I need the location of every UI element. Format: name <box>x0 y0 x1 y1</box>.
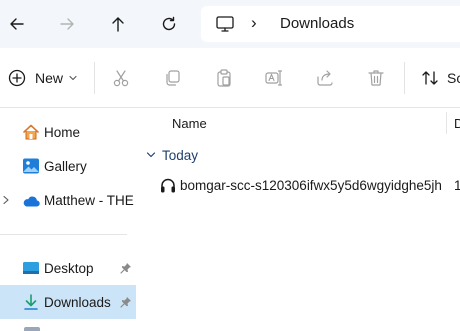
nav-item-gallery[interactable]: Gallery <box>0 149 136 183</box>
share-icon <box>317 70 333 86</box>
new-button-label: New <box>35 70 64 86</box>
paste-button[interactable] <box>212 66 236 90</box>
forward-button[interactable] <box>52 9 82 39</box>
nav-pane-divider <box>0 234 127 235</box>
scissors-icon <box>113 70 129 87</box>
group-label: Today <box>162 148 199 163</box>
forward-arrow-icon <box>60 18 74 30</box>
navigation-pane: Home Gallery Matthew - THE S Desktop Dow… <box>0 108 147 331</box>
sort-button[interactable]: Sc <box>421 66 460 90</box>
next-nav-item-icon-partial <box>24 327 40 331</box>
refresh-icon <box>162 16 176 31</box>
up-button[interactable] <box>103 9 133 39</box>
file-row[interactable]: bomgar-scc-s120306ifwx5y5d6wgyidghe5jh..… <box>138 172 460 200</box>
share-button[interactable] <box>313 66 337 90</box>
collapse-chevron-icon[interactable] <box>146 151 156 159</box>
command-toolbar: New Sc <box>0 48 460 108</box>
delete-button[interactable] <box>364 66 388 90</box>
column-divider[interactable] <box>446 112 447 134</box>
pin-icon[interactable] <box>120 296 132 308</box>
gallery-icon <box>23 158 39 174</box>
this-pc-icon <box>216 16 234 32</box>
group-header-today[interactable]: Today <box>138 144 460 168</box>
trash-icon <box>368 70 384 86</box>
nav-item-home[interactable]: Home <box>0 115 136 149</box>
column-header-row: Name D <box>138 108 460 138</box>
headset-app-icon <box>161 178 175 193</box>
chevron-down-icon <box>69 75 77 81</box>
home-icon <box>23 124 39 140</box>
file-name: bomgar-scc-s120306ifwx5y5d6wgyidghe5jh..… <box>180 178 442 193</box>
nav-item-label: Desktop <box>44 260 94 276</box>
nav-item-downloads[interactable]: Downloads <box>0 285 136 319</box>
rename-icon <box>265 70 283 86</box>
file-date-modified: 1 <box>454 178 460 193</box>
toolbar-divider <box>94 62 95 94</box>
breadcrumb-current-folder[interactable]: Downloads <box>280 15 354 32</box>
desktop-folder-icon <box>23 262 39 274</box>
up-arrow-icon <box>112 17 124 32</box>
column-header-name[interactable]: Name <box>172 116 207 131</box>
sort-button-label: Sc <box>447 70 460 86</box>
nav-item-desktop[interactable]: Desktop <box>0 251 136 285</box>
nav-item-label: Matthew - THE S <box>44 192 147 208</box>
plus-circle-icon <box>8 69 26 87</box>
nav-item-label: Home <box>44 124 81 140</box>
pin-icon[interactable] <box>120 262 132 274</box>
expand-chevron-icon[interactable] <box>2 195 10 205</box>
column-header-date[interactable]: D <box>454 116 460 131</box>
nav-item-label: Gallery <box>44 158 87 174</box>
breadcrumb-separator-chevron[interactable]: › <box>251 13 257 33</box>
nav-item-onedrive[interactable]: Matthew - THE S <box>0 183 147 217</box>
new-button[interactable]: New <box>8 66 77 90</box>
clipboard-icon <box>217 69 231 87</box>
back-button[interactable] <box>2 9 32 39</box>
rename-button[interactable] <box>262 66 286 90</box>
nav-item-label: Downloads <box>44 294 111 310</box>
copy-button[interactable] <box>160 66 184 90</box>
onedrive-cloud-icon <box>23 196 40 207</box>
copy-icon <box>166 70 180 86</box>
downloads-folder-icon <box>24 294 38 310</box>
refresh-button[interactable] <box>154 9 184 39</box>
navigation-bar: › Downloads <box>0 0 460 48</box>
file-list-view: Name D Today bomgar-scc-s120306ifwx5y5d6… <box>138 108 460 331</box>
address-bar[interactable]: › Downloads <box>201 6 460 42</box>
back-arrow-icon <box>10 18 24 30</box>
sort-arrows-icon <box>422 71 438 85</box>
cut-button[interactable] <box>109 66 133 90</box>
toolbar-divider <box>404 62 405 94</box>
